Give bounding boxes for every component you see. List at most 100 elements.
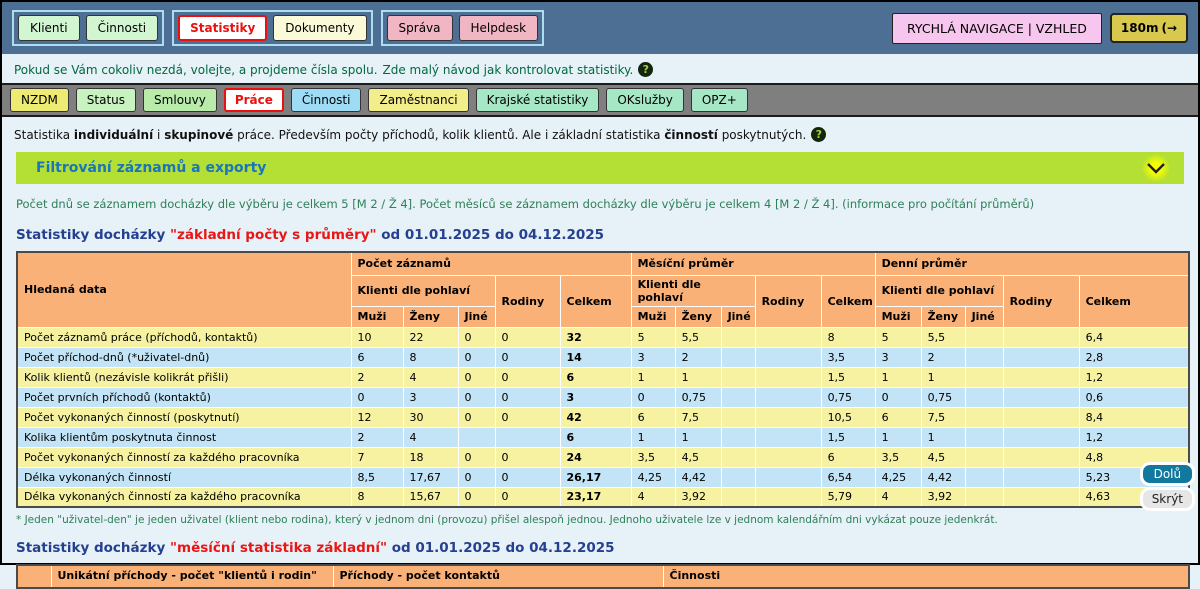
session-logout-button[interactable]: 180m (→ [1110, 13, 1188, 43]
nav-button-statistiky[interactable]: Statistiky [178, 15, 267, 41]
nav-button-pr-ce[interactable]: Práce [224, 88, 284, 112]
table-row: Počet vykonaných činností za každého pra… [17, 447, 1189, 467]
table-row: Počet příchod-dnů (*uživatel-dnů)6800143… [17, 347, 1189, 367]
records-cell: 0 [458, 407, 495, 427]
daily-avg-cell: 0,6 [1079, 387, 1189, 407]
monthly-avg-cell [721, 407, 755, 427]
logout-icon: (→ [1161, 21, 1177, 35]
monthly-avg-cell: 3,5 [821, 347, 875, 367]
gender-group-header: Klienti dle pohlaví [875, 275, 1003, 306]
guide-link[interactable]: Zde malý návod jak kontrolovat statistik… [383, 63, 634, 77]
stats-heading-2: Statistiky docházky "měsíční statistika … [2, 528, 1198, 562]
daily-avg-cell: 1,2 [1079, 367, 1189, 387]
daily-avg-cell [965, 387, 1003, 407]
row-label: Délka vykonaných činností za každého pra… [17, 487, 351, 507]
table-row: Počet záznamů práce (příchodů, kontaktů)… [17, 327, 1189, 347]
help-icon[interactable]: ? [638, 62, 653, 77]
quick-navigation-button[interactable]: RYCHLÁ NAVIGACE | VZHLED [892, 13, 1102, 44]
monthly-avg-cell: 5,5 [675, 327, 721, 347]
monthly-avg-cell: 3,5 [631, 447, 675, 467]
scroll-down-button[interactable]: Dolů [1140, 462, 1195, 486]
nav-button-smlouvy[interactable]: Smlouvy [143, 88, 217, 112]
daily-avg-cell: 8,4 [1079, 407, 1189, 427]
monthly-avg-cell: 4,5 [675, 447, 721, 467]
monthly-avg-cell: 6,54 [821, 467, 875, 487]
daily-avg-cell: 1,2 [1079, 427, 1189, 447]
daily-avg-cell [1003, 427, 1079, 447]
averages-note: Počet dnů se záznamem docházky dle výběr… [2, 184, 1198, 215]
page: { "top_nav": { "groups": [ { "items": [ … [0, 0, 1200, 565]
records-cell: 0 [495, 467, 560, 487]
nav-button-krajsk-statistiky[interactable]: Krajské statistiky [476, 88, 600, 112]
monthly-avg-cell [755, 327, 821, 347]
hide-button[interactable]: Skrýt [1140, 487, 1195, 511]
nav-button-dokumenty[interactable]: Dokumenty [273, 15, 366, 41]
table-row: Počet prvních příchodů (kontaktů)0300300… [17, 387, 1189, 407]
daily-avg-cell: 5 [875, 327, 921, 347]
women-header: Ženy [675, 306, 721, 327]
table-row: Kolika klientům poskytnuta činnost246111… [17, 427, 1189, 447]
nav-button-okslu-by[interactable]: OKslužby [606, 88, 684, 112]
other-header: Jiné [721, 306, 755, 327]
daily-avg-cell: 3,92 [921, 487, 965, 507]
daily-avg-cell: 3 [875, 347, 921, 367]
nav-button-status[interactable]: Status [76, 88, 136, 112]
total-header: Celkem [821, 275, 875, 327]
records-cell: 17,67 [403, 467, 458, 487]
nav-button-opz+[interactable]: OPZ+ [691, 88, 748, 112]
nav-button-klienti[interactable]: Klienti [18, 15, 80, 41]
filter-accordion-header[interactable]: Filtrování záznamů a exporty [16, 152, 1184, 184]
stats-heading-1: Statistiky docházky "základní počty s pr… [2, 215, 1198, 249]
nav-button-innosti[interactable]: Činnosti [291, 88, 362, 112]
stats-table-header: Hledaná data Počet záznamů Měsíční průmě… [17, 252, 1189, 327]
monthly-avg-cell: 0,75 [821, 387, 875, 407]
records-cell: 0 [458, 327, 495, 347]
daily-avg-cell: 0,75 [921, 387, 965, 407]
monthly-avg-cell: 10,5 [821, 407, 875, 427]
help-icon[interactable]: ? [811, 127, 826, 142]
monthly-avg-cell: 3 [631, 347, 675, 367]
section-header: Měsíční průměr [631, 252, 875, 275]
records-cell: 0 [495, 447, 560, 467]
nav-button-nzdm[interactable]: NZDM [10, 88, 69, 112]
empty-header [17, 565, 51, 588]
monthly-avg-cell [721, 327, 755, 347]
records-cell: 0 [458, 487, 495, 507]
intro-text: Statistika individuální i skupinové prác… [2, 117, 1198, 146]
monthly-avg-cell [721, 387, 755, 407]
monthly-avg-cell: 1 [631, 427, 675, 447]
row-label: Kolik klientů (nezávisle kolikrát přišli… [17, 367, 351, 387]
monthly-avg-cell [755, 367, 821, 387]
nav-button-zam-stnanci[interactable]: Zaměstnanci [368, 88, 468, 112]
daily-avg-cell: 4 [875, 487, 921, 507]
daily-avg-cell: 1 [875, 367, 921, 387]
monthly-avg-cell [721, 447, 755, 467]
section-header: Počet záznamů [351, 252, 631, 275]
monthly-avg-cell [755, 387, 821, 407]
corner-header: Hledaná data [17, 252, 351, 327]
table-row: Délka vykonaných činností za každého pra… [17, 487, 1189, 507]
daily-avg-cell [1003, 447, 1079, 467]
nav-button-innosti[interactable]: Činnosti [86, 15, 159, 41]
records-cell: 6 [560, 427, 631, 447]
other-header: Jiné [965, 306, 1003, 327]
daily-avg-cell: 4,42 [921, 467, 965, 487]
men-header: Muži [351, 306, 403, 327]
records-cell: 0 [458, 467, 495, 487]
activities-header: Činnosti [663, 565, 1189, 588]
monthly-avg-cell: 3,92 [675, 487, 721, 507]
records-cell: 30 [403, 407, 458, 427]
row-label: Počet záznamů práce (příchodů, kontaktů) [17, 327, 351, 347]
families-header: Rodiny [495, 275, 560, 327]
monthly-avg-cell: 7,5 [675, 407, 721, 427]
nav-button-spr-va[interactable]: Správa [387, 15, 453, 41]
contacts-header: Příchody - počet kontaktů [333, 565, 663, 588]
records-cell: 8 [403, 347, 458, 367]
row-label: Počet prvních příchodů (kontaktů) [17, 387, 351, 407]
records-cell [458, 427, 495, 447]
daily-avg-cell: 2 [921, 347, 965, 367]
info-text: Pokud se Vám cokoliv nezdá, volejte, a p… [14, 63, 378, 77]
nav-button-helpdesk[interactable]: Helpdesk [459, 15, 539, 41]
chevron-down-icon[interactable] [1142, 154, 1170, 182]
records-cell: 7 [351, 447, 403, 467]
